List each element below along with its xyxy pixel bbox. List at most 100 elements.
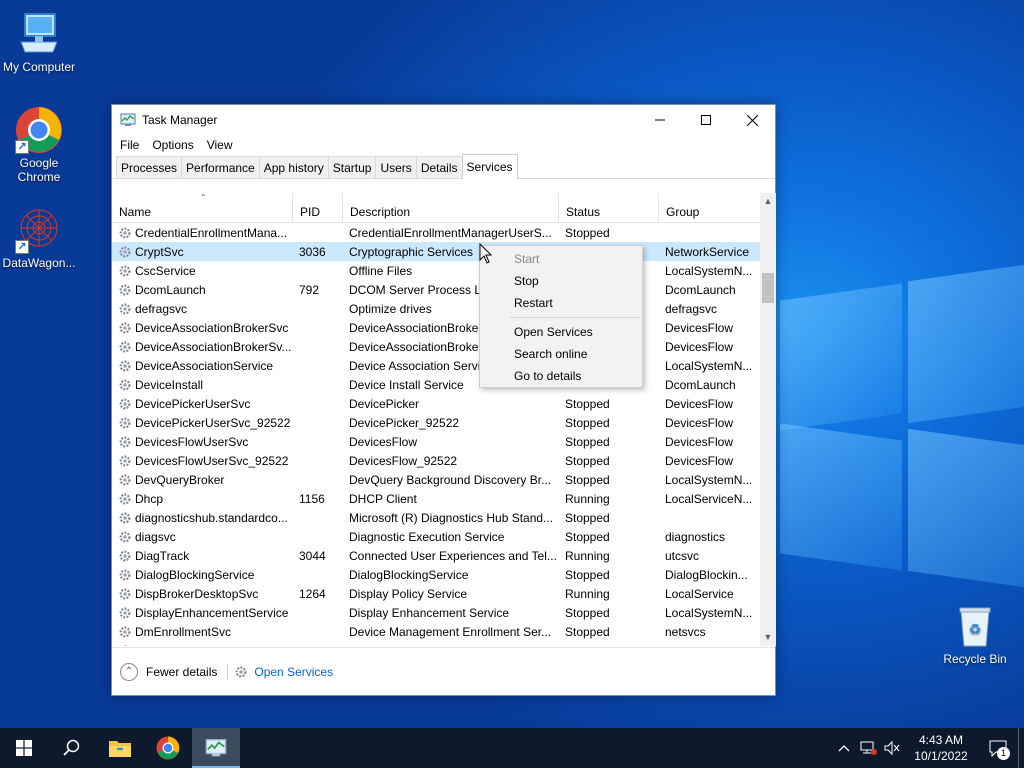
cell-group: LocalSystemN... <box>665 472 753 487</box>
context-menu-start[interactable]: Start <box>480 248 642 270</box>
desktop-icon-datawagon[interactable]: ↗ DataWagon... <box>0 206 78 270</box>
cell-status: Stopped <box>565 605 610 620</box>
show-hidden-icons-button[interactable] <box>832 728 856 768</box>
cell-status: Running <box>565 491 610 506</box>
taskbar-task-manager[interactable] <box>192 728 240 768</box>
table-row[interactable]: diagsvc Diagnostic Execution Service Stopp… <box>112 527 760 546</box>
table-row[interactable]: DeviceAssociationService Device Associati… <box>112 356 760 375</box>
cell-group: netsvcs <box>659 644 759 647</box>
column-header-group[interactable]: Group <box>659 193 759 222</box>
context-menu-open-services[interactable]: Open Services <box>480 321 642 343</box>
taskbar-file-explorer[interactable] <box>96 728 144 768</box>
table-row[interactable]: DisplayEnhancementService Display Enhance… <box>112 603 760 622</box>
table-row[interactable]: DeviceInstall Device Install Service DcomL… <box>112 375 760 394</box>
cell-name: CscService <box>112 264 293 278</box>
desktop-icon-recycle-bin[interactable]: ♻ Recycle Bin <box>936 602 1014 666</box>
cell-description: DHCP Client <box>349 491 417 506</box>
cell-name: DiagTrack <box>112 549 293 563</box>
desktop-icon-my-computer[interactable]: My Computer <box>0 10 78 74</box>
table-row[interactable]: Dhcp 1156 DHCP Client Running LocalServiceN.… <box>112 489 760 508</box>
maximize-button[interactable] <box>683 105 729 135</box>
tab-app-history[interactable]: App history <box>258 156 329 178</box>
context-menu-restart[interactable]: Restart <box>480 292 642 314</box>
show-desktop-button[interactable] <box>1018 728 1024 768</box>
context-menu-go-to-details[interactable]: Go to details <box>480 365 642 387</box>
desktop-icon-google-chrome[interactable]: ↗ Google Chrome <box>0 106 78 184</box>
clock[interactable]: 4:43 AM 10/1/2022 <box>904 732 978 764</box>
table-row[interactable]: DmEnrollmentSvc Device Management Enrollm… <box>112 622 760 641</box>
table-row[interactable]: DcomLaunch 792 DCOM Server Process Launche… <box>112 280 760 299</box>
table-row[interactable]: DevQueryBroker DevQuery Background Discov… <box>112 470 760 489</box>
table-row[interactable]: CscService Offline Files LocalSystemN... <box>112 261 760 280</box>
table-row[interactable]: DeviceAssociationBrokerSvc DeviceAssociat… <box>112 318 760 337</box>
service-name: DeviceInstall <box>135 377 204 392</box>
task-manager-icon <box>120 113 136 126</box>
start-button[interactable] <box>0 728 48 768</box>
menu-view[interactable]: View <box>207 138 233 152</box>
clock-date: 10/1/2022 <box>914 749 968 763</box>
service-name: DisplayEnhancementService <box>135 605 289 620</box>
tab-services[interactable]: Services <box>461 154 518 179</box>
service-gear-icon <box>119 341 131 352</box>
tab-performance[interactable]: Performance <box>181 156 260 178</box>
table-row[interactable]: DevicesFlowUserSvc_92522 DevicesFlow_9252… <box>112 451 760 470</box>
cell-name: diagnosticshub.standardco... <box>112 511 293 525</box>
cell-group: DevicesFlow <box>665 339 734 354</box>
table-row[interactable]: DialogBlockingService DialogBlockingServi… <box>112 565 760 584</box>
table-row[interactable]: DevicePickerUserSvc_92522 DevicePicker_92… <box>112 413 760 432</box>
search-button[interactable] <box>48 728 96 768</box>
computer-icon <box>15 10 63 58</box>
scroll-up-icon[interactable]: ▲ <box>760 193 776 210</box>
title-bar[interactable]: Task Manager <box>112 105 775 135</box>
table-row[interactable]: DeviceAssociationBrokerSv... DeviceAssoci… <box>112 337 760 356</box>
menu-options[interactable]: Options <box>152 138 193 152</box>
table-row[interactable]: CredentialEnrollmentMana... CredentialEnr… <box>112 223 760 242</box>
tab-details[interactable]: Details <box>415 156 463 178</box>
cell-name: DisplayEnhancementService <box>112 606 293 620</box>
menu-file[interactable]: File <box>120 138 139 152</box>
fewer-details-label: Fewer details <box>146 664 218 679</box>
column-header-pid[interactable]: PID <box>293 193 343 222</box>
cell-status: Stopped <box>565 225 610 240</box>
table-row[interactable]: diagnosticshub.standardco... Microsoft (R… <box>112 508 760 527</box>
action-center-button[interactable]: 1 <box>978 728 1018 768</box>
volume-button[interactable] <box>880 728 904 768</box>
table-row[interactable]: DiagTrack 3044 Connected User Experiences … <box>112 546 760 565</box>
service-name: DmEnrollmentSvc <box>135 624 232 639</box>
column-header-status[interactable]: Status <box>559 193 659 222</box>
notification-count-badge: 1 <box>997 747 1010 760</box>
minimize-button[interactable] <box>637 105 683 135</box>
column-header-description[interactable]: Description <box>343 193 559 222</box>
network-button[interactable] <box>856 728 880 768</box>
tab-users[interactable]: Users <box>375 156 417 178</box>
tab-startup[interactable]: Startup <box>327 156 377 178</box>
cell-status: Stopped <box>565 415 610 430</box>
table-row[interactable]: CryptSvc3036Cryptographic ServicesRunnin… <box>112 242 760 261</box>
cell-description: DialogBlockingService <box>349 567 469 582</box>
service-name: dmwappushservice <box>135 644 238 647</box>
table-row[interactable]: defragsvc Optimize drives defragsvc <box>112 299 760 318</box>
table-row[interactable]: DevicePickerUserSvc DevicePicker Stopped De… <box>112 394 760 413</box>
table-row[interactable]: DevicesFlowUserSvc DevicesFlow Stopped Devi… <box>112 432 760 451</box>
service-name: Dhcp <box>135 491 164 506</box>
context-menu-search-online[interactable]: Search online <box>480 343 642 365</box>
context-menu-divider <box>510 317 640 318</box>
service-gear-icon <box>119 360 131 371</box>
taskbar-chrome[interactable] <box>144 728 192 768</box>
cell-status: Running <box>565 548 610 563</box>
tab-processes[interactable]: Processes <box>116 156 183 178</box>
cell-name: DialogBlockingService <box>112 568 293 582</box>
service-name: DevicesFlowUserSvc <box>135 434 249 449</box>
open-services-link[interactable]: Open Services <box>234 665 333 679</box>
scrollbar-thumb[interactable] <box>762 273 774 303</box>
scroll-down-icon[interactable]: ▼ <box>760 629 776 646</box>
table-row[interactable]: dmwappushservice Device Management Wirele… <box>112 641 760 646</box>
vertical-scrollbar[interactable]: ▲ ▼ <box>760 193 776 646</box>
context-menu-stop[interactable]: Stop <box>480 270 642 292</box>
table-row[interactable]: DispBrokerDesktopSvc 1264 Display Policy S… <box>112 584 760 603</box>
close-button[interactable] <box>729 105 775 135</box>
fewer-details-button[interactable]: ⌃ Fewer details <box>120 662 218 681</box>
service-name: CryptSvc <box>135 244 184 259</box>
cell-pid: 3036 <box>299 244 326 259</box>
cell-group: DevicesFlow <box>665 453 734 468</box>
